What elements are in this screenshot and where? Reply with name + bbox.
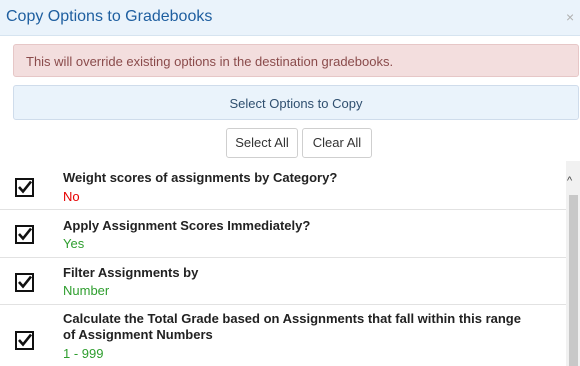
option-item-apply-scores: Apply Assignment Scores Immediately? Yes [0,210,566,258]
option-label-line2: of Assignment Numbers [63,327,213,342]
option-label: Weight scores of assignments by Category… [63,170,338,185]
section-header-text: Select Options to Copy [229,96,363,111]
option-value: 1 - 999 [63,346,104,361]
checkmark-icon [18,275,32,289]
vertical-scrollbar[interactable]: ^ [566,161,580,366]
scroll-thumb[interactable] [569,195,578,366]
clear-all-button[interactable]: Clear All [302,128,372,158]
select-all-button[interactable]: Select All [226,128,298,158]
option-item-filter-assignments: Filter Assignments by Number [0,258,566,305]
checkbox-apply-scores[interactable] [15,225,34,244]
option-value: No [63,189,80,204]
checkmark-icon [18,227,32,241]
warning-alert: This will override existing options in t… [13,44,579,77]
dialog-title: Copy Options to Gradebooks [6,8,213,25]
option-label: Apply Assignment Scores Immediately? [63,218,311,233]
checkbox-weight-by-category[interactable] [15,178,34,197]
close-icon[interactable]: × [566,9,574,25]
copy-options-dialog: Copy Options to Gradebooks × This will o… [0,0,580,366]
option-label: Filter Assignments by [63,265,199,280]
checkmark-icon [18,180,32,194]
checkbox-filter-assignments[interactable] [15,273,34,292]
warning-text: This will override existing options in t… [26,54,394,69]
option-value: Number [63,283,110,298]
option-item-total-grade-range: Calculate the Total Grade based on Assig… [0,305,566,366]
option-value: Yes [63,236,85,251]
checkmark-icon [18,333,32,347]
section-header: Select Options to Copy [13,85,579,120]
options-list: Weight scores of assignments by Category… [0,161,580,366]
checkbox-total-grade-range[interactable] [15,331,34,350]
dialog-header: Copy Options to Gradebooks × [0,0,580,36]
option-item-weight-by-category: Weight scores of assignments by Category… [0,161,566,210]
scroll-up-icon[interactable]: ^ [567,176,572,187]
option-label-line1: Calculate the Total Grade based on Assig… [63,311,521,326]
